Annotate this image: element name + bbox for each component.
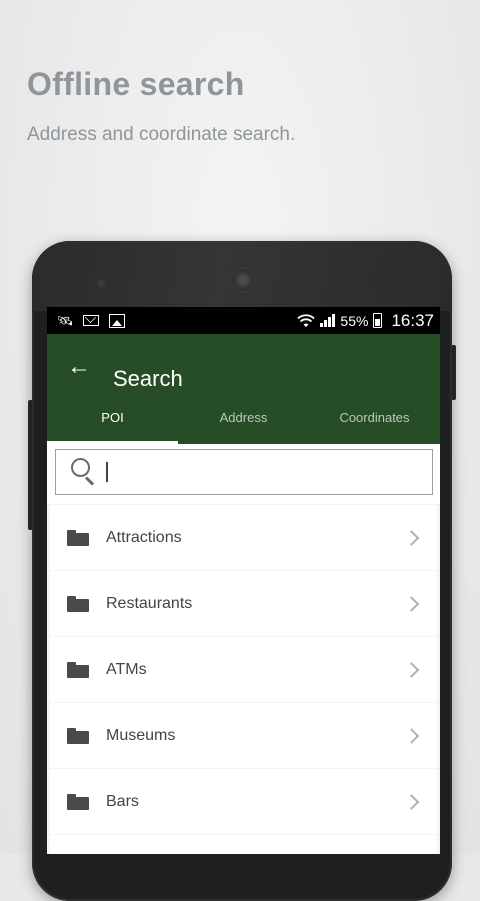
promo-title: Offline search [27, 66, 245, 102]
folder-icon [67, 529, 89, 546]
chevron-right-icon [403, 595, 420, 612]
list-item-attractions[interactable]: Attractions [50, 505, 437, 570]
search-box[interactable] [55, 449, 433, 495]
chevron-right-icon [403, 529, 420, 546]
back-arrow-icon[interactable]: ← [61, 352, 97, 382]
list-item-label: Attractions [106, 528, 182, 546]
list-item-museums[interactable]: Museums [50, 703, 437, 768]
folder-icon [67, 793, 89, 810]
image-icon [109, 313, 125, 328]
folder-icon [67, 661, 89, 678]
list-item-partial[interactable] [50, 835, 437, 854]
list-item-atms[interactable]: ATMs [50, 637, 437, 702]
chevron-right-icon [403, 661, 420, 678]
list-item-label: Bars [106, 792, 139, 810]
list-item-label: ATMs [106, 660, 147, 678]
chevron-right-icon [403, 793, 420, 810]
list-item-restaurants[interactable]: Restaurants [50, 571, 437, 636]
text-cursor [106, 462, 108, 482]
list-item-bars[interactable]: Bars [50, 769, 437, 834]
signal-icon [320, 314, 336, 327]
earpiece-speaker [231, 268, 255, 292]
category-list: Attractions Restaurants ATMs Museums Bar… [47, 505, 440, 854]
app-bar: ← Search POI Address Coordinates [47, 334, 440, 444]
satellite-icon: 🛰 [57, 312, 74, 328]
status-bar: 🛰 55% 16:37 [47, 307, 440, 334]
tab-address[interactable]: Address [178, 390, 309, 444]
search-icon [68, 455, 102, 489]
search-input[interactable] [113, 460, 418, 484]
battery-icon [373, 313, 383, 328]
proximity-sensor [368, 276, 390, 282]
wifi-icon [297, 313, 316, 327]
promo-subtitle: Address and coordinate search. [27, 124, 296, 145]
battery-percent: 55% [340, 312, 369, 329]
mail-icon [83, 315, 99, 326]
tab-coordinates[interactable]: Coordinates [309, 390, 440, 444]
folder-icon [67, 727, 89, 744]
search-tabs: POI Address Coordinates [47, 390, 440, 444]
tab-poi[interactable]: POI [47, 390, 178, 444]
front-camera [97, 279, 105, 287]
list-item-label: Museums [106, 726, 176, 744]
phone-screen: 🛰 55% 16:37 ← Search POI Address Coordin… [47, 307, 440, 854]
chevron-right-icon [403, 727, 420, 744]
folder-icon [67, 595, 89, 612]
list-item-label: Restaurants [106, 594, 193, 612]
status-time: 16:37 [391, 310, 434, 330]
page-title: Search [113, 366, 183, 391]
search-bar [47, 444, 440, 504]
